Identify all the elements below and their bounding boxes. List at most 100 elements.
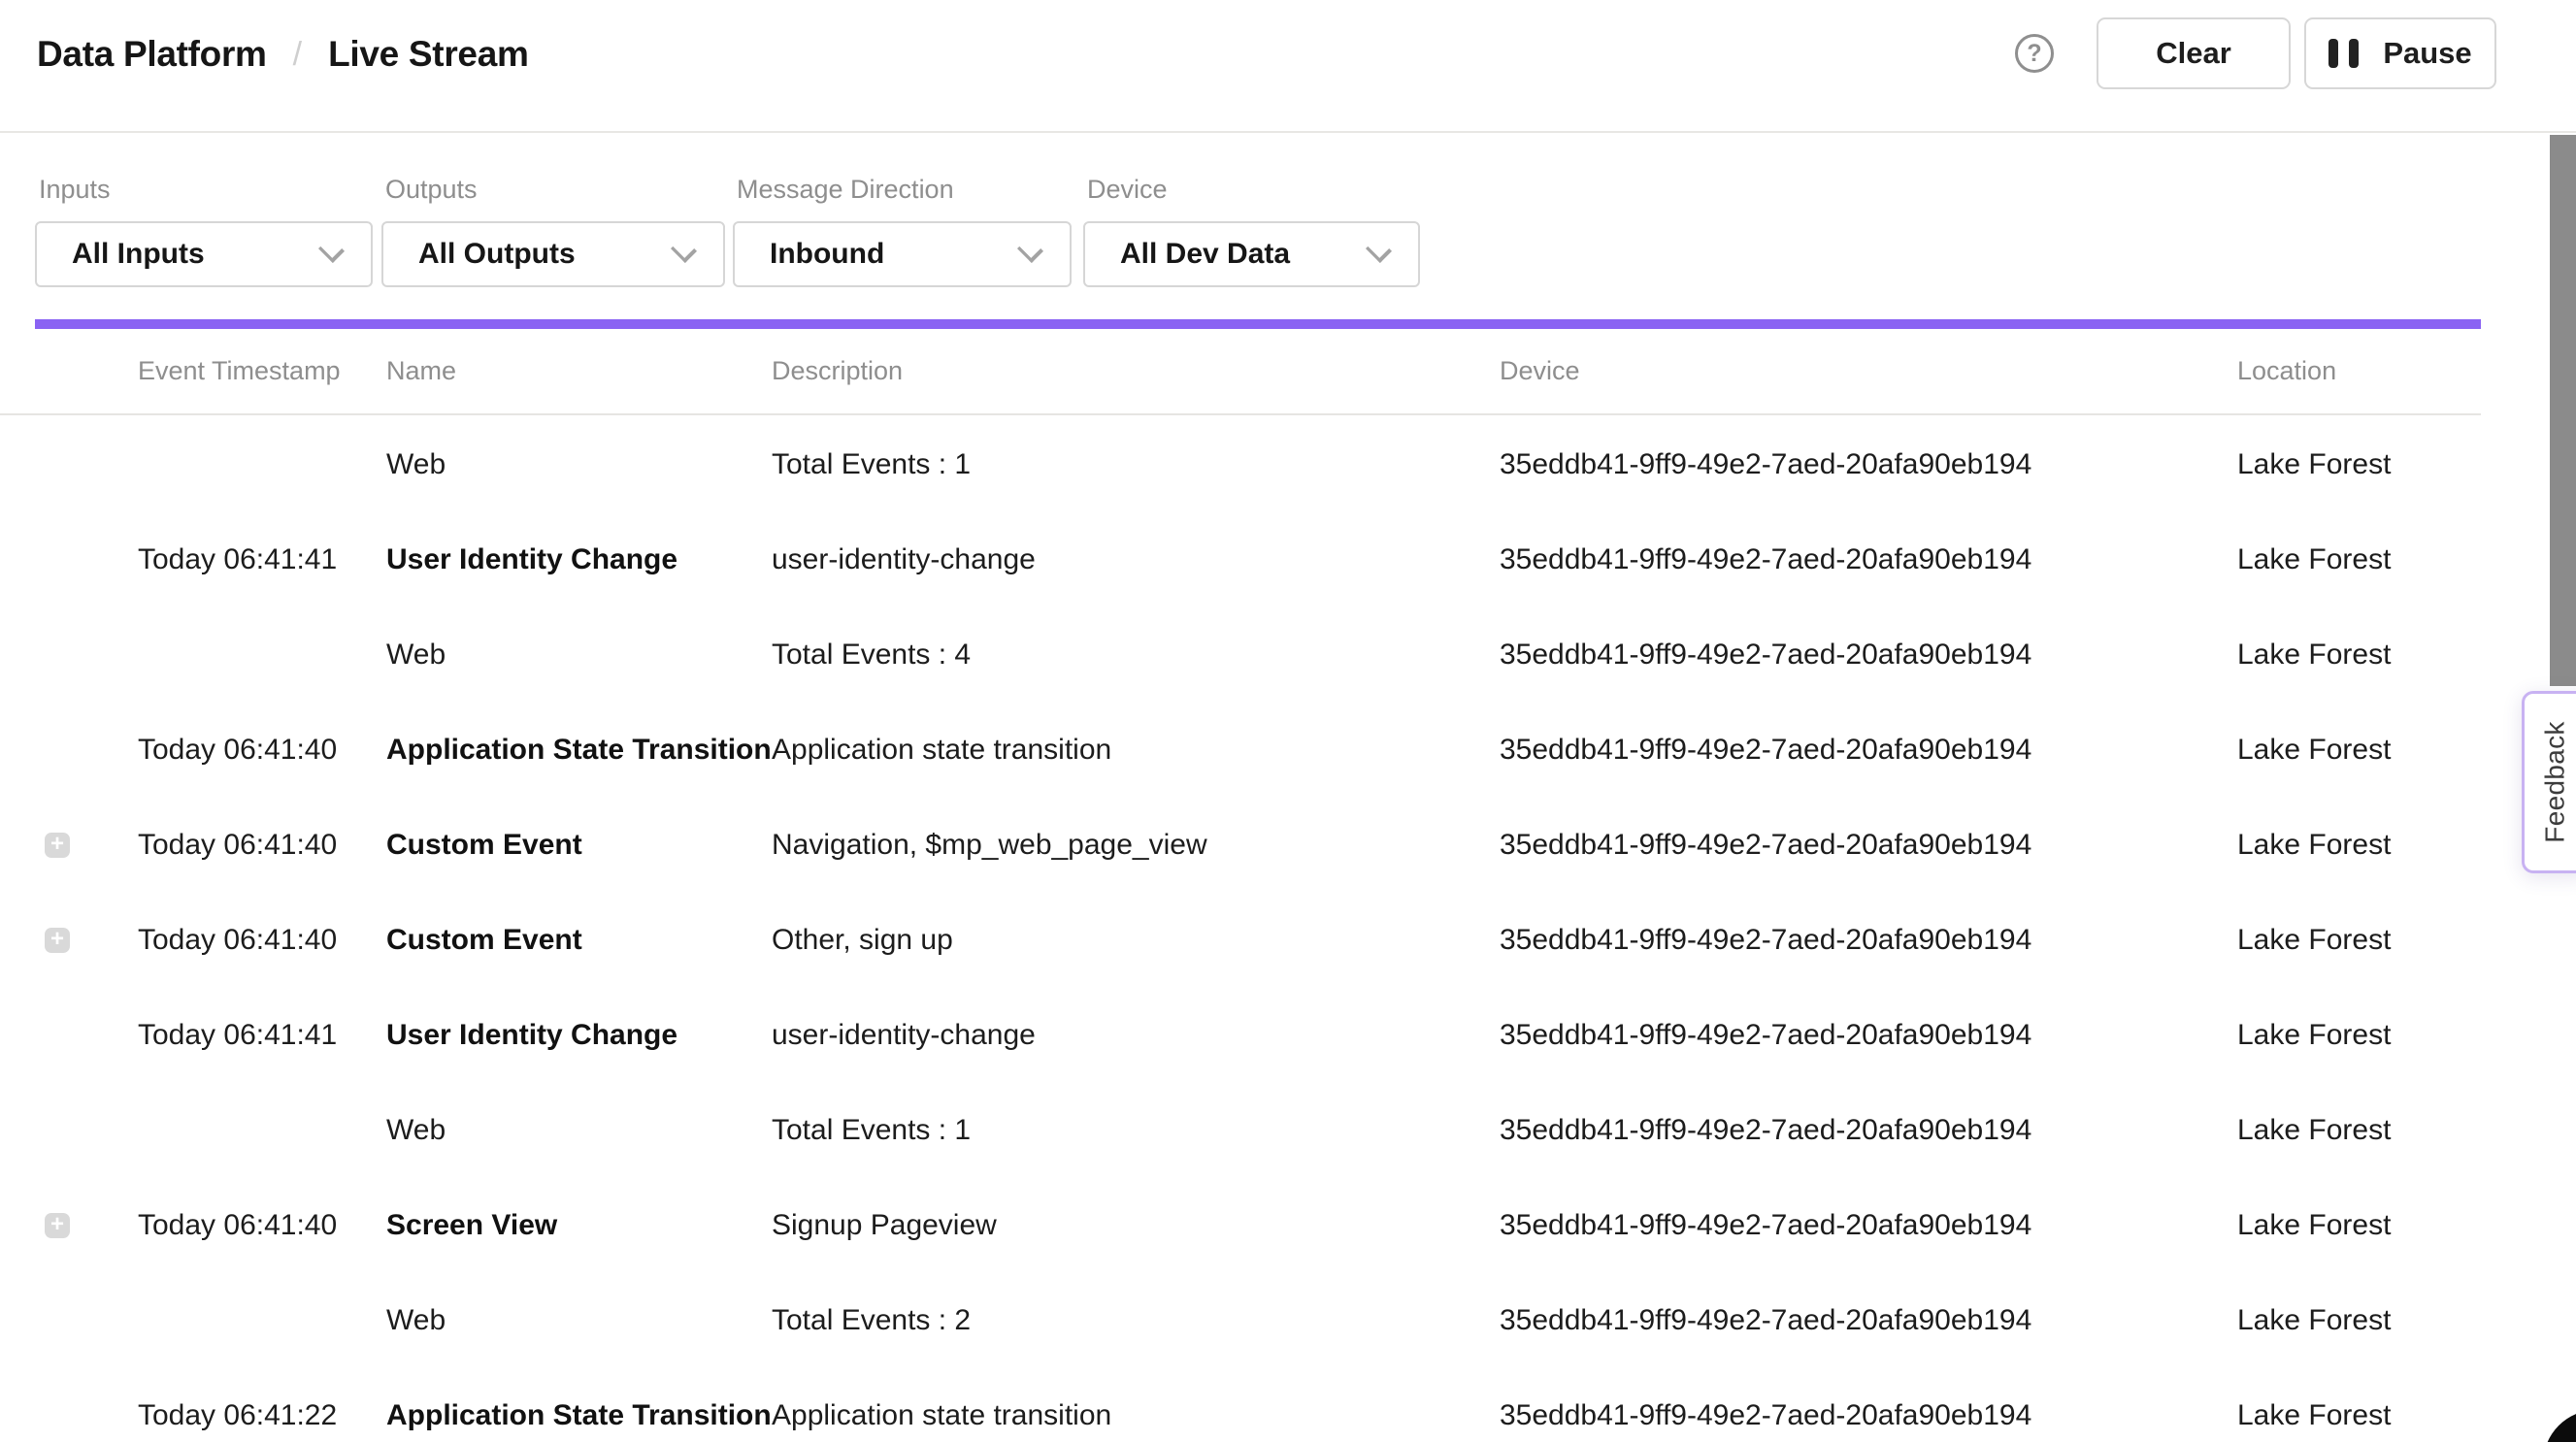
event-name-cell: User Identity Change: [386, 988, 677, 1083]
inputs-dropdown[interactable]: All Inputs: [35, 221, 373, 287]
app-header: Data Platform / Live Stream ? Clear Paus…: [0, 0, 2576, 133]
event-name-cell: Web: [386, 1273, 446, 1368]
chevron-down-icon: [671, 236, 697, 262]
table-row[interactable]: + Today 06:41:40 Custom Event Other, sig…: [0, 893, 2576, 988]
event-table-body: Web Total Events : 1 35eddb41-9ff9-49e2-…: [0, 417, 2576, 1442]
column-header-event-timestamp: Event Timestamp: [138, 329, 341, 413]
location-cell: Lake Forest: [2237, 703, 2391, 798]
description-cell: Total Events : 4: [772, 607, 971, 703]
description-cell: Other, sign up: [772, 893, 953, 988]
inputs-dropdown-value: All Inputs: [72, 238, 205, 271]
column-header-name: Name: [386, 329, 456, 413]
pause-button-label: Pause: [2383, 36, 2471, 71]
filter-device: Device All Dev Data: [1083, 133, 1420, 287]
chevron-down-icon: [1366, 236, 1392, 262]
clear-button[interactable]: Clear: [2097, 17, 2291, 89]
location-cell: Lake Forest: [2237, 1178, 2391, 1273]
plus-icon: +: [50, 928, 64, 951]
expand-button[interactable]: +: [45, 1213, 70, 1238]
table-row[interactable]: + Today 06:41:40 Custom Event Navigation…: [0, 798, 2576, 893]
pause-button[interactable]: Pause: [2304, 17, 2496, 89]
event-name-cell: Custom Event: [386, 798, 582, 893]
device-id-cell: 35eddb41-9ff9-49e2-7aed-20afa90eb194: [1500, 798, 2031, 893]
location-cell: Lake Forest: [2237, 798, 2391, 893]
location-cell: Lake Forest: [2237, 607, 2391, 703]
description-cell: Total Events : 1: [772, 417, 971, 512]
table-row[interactable]: Web Total Events : 1 35eddb41-9ff9-49e2-…: [0, 417, 2576, 512]
event-timestamp-cell: Today 06:41:40: [138, 1178, 337, 1273]
feedback-tab[interactable]: Feedback: [2522, 691, 2576, 873]
filter-inputs: Inputs All Inputs: [35, 133, 373, 287]
device-id-cell: 35eddb41-9ff9-49e2-7aed-20afa90eb194: [1500, 988, 2031, 1083]
filter-message-direction-label: Message Direction: [737, 175, 1072, 205]
outputs-dropdown[interactable]: All Outputs: [381, 221, 725, 287]
breadcrumb-separator: /: [293, 36, 302, 74]
expand-button[interactable]: +: [45, 833, 70, 858]
message-direction-dropdown-value: Inbound: [770, 238, 884, 271]
device-dropdown[interactable]: All Dev Data: [1083, 221, 1420, 287]
device-id-cell: 35eddb41-9ff9-49e2-7aed-20afa90eb194: [1500, 417, 2031, 512]
page-title: Live Stream: [328, 34, 528, 75]
table-row[interactable]: Web Total Events : 2 35eddb41-9ff9-49e2-…: [0, 1273, 2576, 1368]
event-name-cell: Custom Event: [386, 893, 582, 988]
description-cell: Application state transition: [772, 703, 1111, 798]
device-dropdown-value: All Dev Data: [1120, 238, 1290, 271]
column-header-device: Device: [1500, 329, 1580, 413]
location-cell: Lake Forest: [2237, 417, 2391, 512]
event-name-cell: Web: [386, 607, 446, 703]
filter-message-direction: Message Direction Inbound: [733, 133, 1072, 287]
device-id-cell: 35eddb41-9ff9-49e2-7aed-20afa90eb194: [1500, 1273, 2031, 1368]
table-row[interactable]: Today 06:41:41 User Identity Change user…: [0, 512, 2576, 607]
device-id-cell: 35eddb41-9ff9-49e2-7aed-20afa90eb194: [1500, 703, 2031, 798]
event-name-cell: Application State Transition: [386, 1368, 772, 1442]
location-cell: Lake Forest: [2237, 1083, 2391, 1178]
event-timestamp-cell: Today 06:41:40: [138, 893, 337, 988]
event-timestamp-cell: Today 06:41:40: [138, 703, 337, 798]
device-id-cell: 35eddb41-9ff9-49e2-7aed-20afa90eb194: [1500, 1178, 2031, 1273]
scrollbar-thumb[interactable]: [2550, 135, 2576, 686]
message-direction-dropdown[interactable]: Inbound: [733, 221, 1072, 287]
filter-device-label: Device: [1087, 175, 1420, 205]
location-cell: Lake Forest: [2237, 988, 2391, 1083]
event-name-cell: Web: [386, 417, 446, 512]
outputs-dropdown-value: All Outputs: [418, 238, 576, 271]
pause-icon: [2328, 39, 2359, 68]
plus-icon: +: [50, 1213, 64, 1236]
column-header-description: Description: [772, 329, 903, 413]
description-cell: user-identity-change: [772, 512, 1036, 607]
event-name-cell: User Identity Change: [386, 512, 677, 607]
help-icon[interactable]: ?: [2015, 34, 2054, 73]
device-id-cell: 35eddb41-9ff9-49e2-7aed-20afa90eb194: [1500, 1083, 2031, 1178]
filter-outputs: Outputs All Outputs: [381, 133, 725, 287]
description-cell: Signup Pageview: [772, 1178, 997, 1273]
event-timestamp-cell: Today 06:41:41: [138, 512, 337, 607]
description-cell: user-identity-change: [772, 988, 1036, 1083]
device-id-cell: 35eddb41-9ff9-49e2-7aed-20afa90eb194: [1500, 512, 2031, 607]
event-name-cell: Screen View: [386, 1178, 557, 1273]
description-cell: Application state transition: [772, 1368, 1111, 1442]
table-row[interactable]: + Today 06:41:40 Screen View Signup Page…: [0, 1178, 2576, 1273]
event-name-cell: Web: [386, 1083, 446, 1178]
filter-bar: Inputs All Inputs Outputs All Outputs Me…: [35, 133, 1429, 287]
description-cell: Navigation, $mp_web_page_view: [772, 798, 1207, 893]
column-header-location: Location: [2237, 329, 2336, 413]
table-row[interactable]: Today 06:41:22 Application State Transit…: [0, 1368, 2576, 1442]
table-row[interactable]: Today 06:41:40 Application State Transit…: [0, 703, 2576, 798]
location-cell: Lake Forest: [2237, 1273, 2391, 1368]
filter-outputs-label: Outputs: [385, 175, 725, 205]
table-row[interactable]: Today 06:41:41 User Identity Change user…: [0, 988, 2576, 1083]
table-row[interactable]: Web Total Events : 1 35eddb41-9ff9-49e2-…: [0, 1083, 2576, 1178]
breadcrumb: Data Platform / Live Stream: [37, 17, 529, 91]
table-row[interactable]: Web Total Events : 4 35eddb41-9ff9-49e2-…: [0, 607, 2576, 703]
chevron-down-icon: [318, 236, 345, 262]
device-id-cell: 35eddb41-9ff9-49e2-7aed-20afa90eb194: [1500, 1368, 2031, 1442]
expand-button[interactable]: +: [45, 928, 70, 953]
event-name-cell: Application State Transition: [386, 703, 772, 798]
breadcrumb-data-platform[interactable]: Data Platform: [37, 34, 267, 75]
plus-icon: +: [50, 833, 64, 856]
device-id-cell: 35eddb41-9ff9-49e2-7aed-20afa90eb194: [1500, 893, 2031, 988]
chevron-down-icon: [1017, 236, 1043, 262]
location-cell: Lake Forest: [2237, 1368, 2391, 1442]
header-actions: ? Clear Pause: [2015, 16, 2496, 90]
location-cell: Lake Forest: [2237, 512, 2391, 607]
